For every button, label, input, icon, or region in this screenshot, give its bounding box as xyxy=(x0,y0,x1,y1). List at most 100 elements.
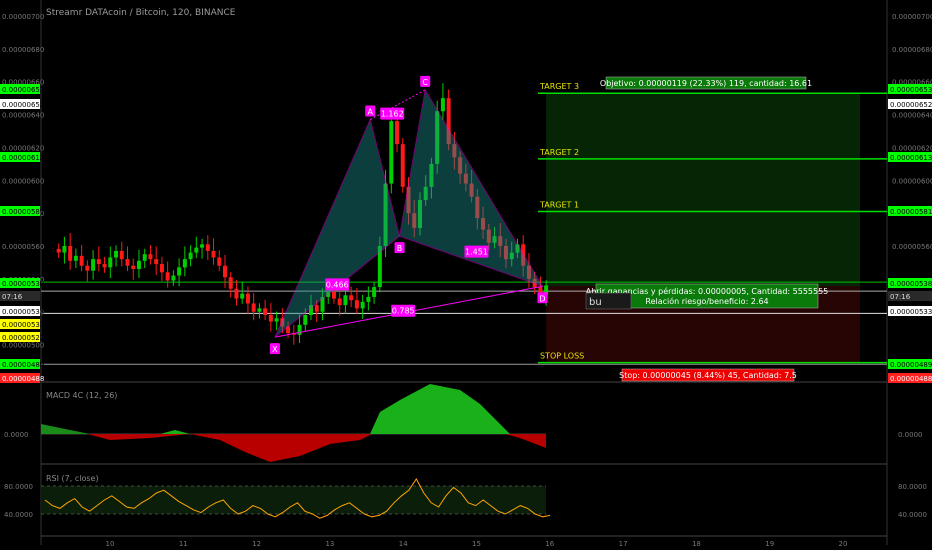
price-tag-right-text: 0.00000653 xyxy=(890,86,932,94)
ratio-label: 0.466 xyxy=(326,280,349,289)
candle-body xyxy=(96,259,101,265)
candle-body xyxy=(182,259,187,268)
candle-body xyxy=(85,265,90,271)
time-axis-label: 17 xyxy=(619,540,628,548)
price-tag-left-text: 0.00000533 xyxy=(2,321,44,329)
macd-tick-left: 0.0000 xyxy=(4,431,29,439)
candle-body xyxy=(171,275,176,281)
price-tick-right: 0.00000700 xyxy=(892,13,932,21)
candle-body xyxy=(119,250,124,260)
price-tick-left: 0.00000560 xyxy=(2,243,44,251)
pattern-point-label: A xyxy=(367,108,373,117)
rsi-title: RSI (7, close) xyxy=(46,474,99,483)
candle-body xyxy=(68,246,73,261)
candle-body xyxy=(274,318,279,322)
price-tag-left-text: 0.00000581 xyxy=(2,208,44,216)
time-axis-label: 19 xyxy=(765,540,774,548)
candle-body xyxy=(389,121,394,184)
pattern-point-label: C xyxy=(422,78,428,87)
candle-body xyxy=(400,144,405,187)
candle-body xyxy=(440,98,445,112)
candle-body xyxy=(228,277,233,289)
profit-zone xyxy=(546,93,860,287)
price-tag-left-text: 0.00000522 xyxy=(2,334,44,342)
candle-body xyxy=(257,308,262,312)
rsi-tick-right-40: 40.0000 xyxy=(898,511,927,519)
candle-body xyxy=(251,303,256,312)
price-tag-right-text: 0.00000652 xyxy=(890,101,932,109)
time-axis-label: 15 xyxy=(472,540,481,548)
candle-body xyxy=(56,248,61,253)
time-axis-label: 11 xyxy=(179,540,188,548)
candle-body xyxy=(154,259,159,265)
target-label: TARGET 2 xyxy=(539,148,579,157)
price-tag-right-text: 0.00000581 xyxy=(890,208,932,216)
candle-body xyxy=(205,244,210,251)
candle-body xyxy=(114,250,119,258)
candle-body xyxy=(91,259,96,271)
pattern-point-label: B xyxy=(397,244,403,253)
price-tick-right: 0.00000620 xyxy=(892,144,932,152)
candle-body xyxy=(194,247,199,253)
price-tag-left-text: 0.00000653 xyxy=(2,86,44,94)
candle-body xyxy=(142,254,147,261)
price-tick-left: 0.00000620 xyxy=(2,144,44,152)
time-axis-label: 16 xyxy=(545,540,554,548)
price-tick-left: 0.00000500 xyxy=(2,342,44,350)
buy-label: bu xyxy=(589,297,602,308)
price-tag-left-text: 0.00000613 xyxy=(2,154,44,162)
time-axis-label: 18 xyxy=(692,540,701,548)
candle-body xyxy=(395,121,400,145)
time-axis-label: 12 xyxy=(252,540,261,548)
candle-body xyxy=(343,295,348,306)
candle-body xyxy=(62,246,67,253)
candle-body xyxy=(372,287,377,297)
price-tick-left: 0.00000600 xyxy=(2,177,44,185)
target-label: TARGET 1 xyxy=(539,201,579,210)
candle-body xyxy=(234,288,239,299)
price-tag-right-text: 07:16 xyxy=(890,293,911,301)
price-tag-left-text: 0.00000488 xyxy=(2,375,44,383)
price-tag-right-text: 0.00000613 xyxy=(890,154,932,162)
price-tick-right: 0.00000560 xyxy=(892,243,932,251)
price-tick-left: 0.00000700 xyxy=(2,13,44,21)
candle-body xyxy=(331,292,336,299)
price-tick-right: 0.00000600 xyxy=(892,177,932,185)
price-tag-left-text: 0.00000652 xyxy=(2,101,44,109)
candle-body xyxy=(263,308,268,315)
candle-body xyxy=(177,267,182,276)
macd-title: MACD 4C (12, 26) xyxy=(46,391,118,400)
price-tag-right-text: 0.00000533 xyxy=(890,308,932,316)
candle-body xyxy=(159,264,164,273)
time-axis-label: 14 xyxy=(399,540,408,548)
price-tag-left-text: 07:16 xyxy=(2,293,23,301)
candle-body xyxy=(222,265,227,278)
macd-tick-right: 0.0000 xyxy=(898,431,923,439)
time-axis-label: 20 xyxy=(839,540,848,548)
pattern-point-label: D xyxy=(539,294,545,303)
candle-body xyxy=(188,252,193,260)
candle-body xyxy=(240,293,245,299)
ratio-label: 0.785 xyxy=(392,307,415,316)
candle-body xyxy=(366,296,371,302)
price-tag-right-text: 0.00000489 xyxy=(890,361,932,369)
candle-body xyxy=(314,305,319,312)
candle-body xyxy=(354,300,359,309)
price-tag-right-text: 0.00000538 xyxy=(890,280,932,288)
objective-text: Objetivo: 0.00000119 (22.33%) 119, canti… xyxy=(600,79,812,88)
time-axis-label: 10 xyxy=(106,540,115,548)
rsi-tick-right-80: 80.0000 xyxy=(898,483,927,491)
price-tick-left: 0.00000680 xyxy=(2,46,44,54)
price-tag-right-text: 0.00000488 xyxy=(890,375,932,383)
time-axis-label: 13 xyxy=(325,540,334,548)
target-label: STOP LOSS xyxy=(540,352,584,361)
trading-chart[interactable]: 0.000007000.000006800.000006600.00000640… xyxy=(0,0,932,550)
candle-body xyxy=(102,264,107,268)
candle-body xyxy=(360,301,365,309)
rsi-tick-left-80: 80.0000 xyxy=(4,483,33,491)
price-tag-left-text: 0.00000489 xyxy=(2,361,44,369)
candle-body xyxy=(136,260,141,269)
chart-title: Streamr DATAcoin / Bitcoin, 120, BINANCE xyxy=(46,8,236,18)
candle-body xyxy=(349,295,354,301)
candle-body xyxy=(148,254,153,260)
